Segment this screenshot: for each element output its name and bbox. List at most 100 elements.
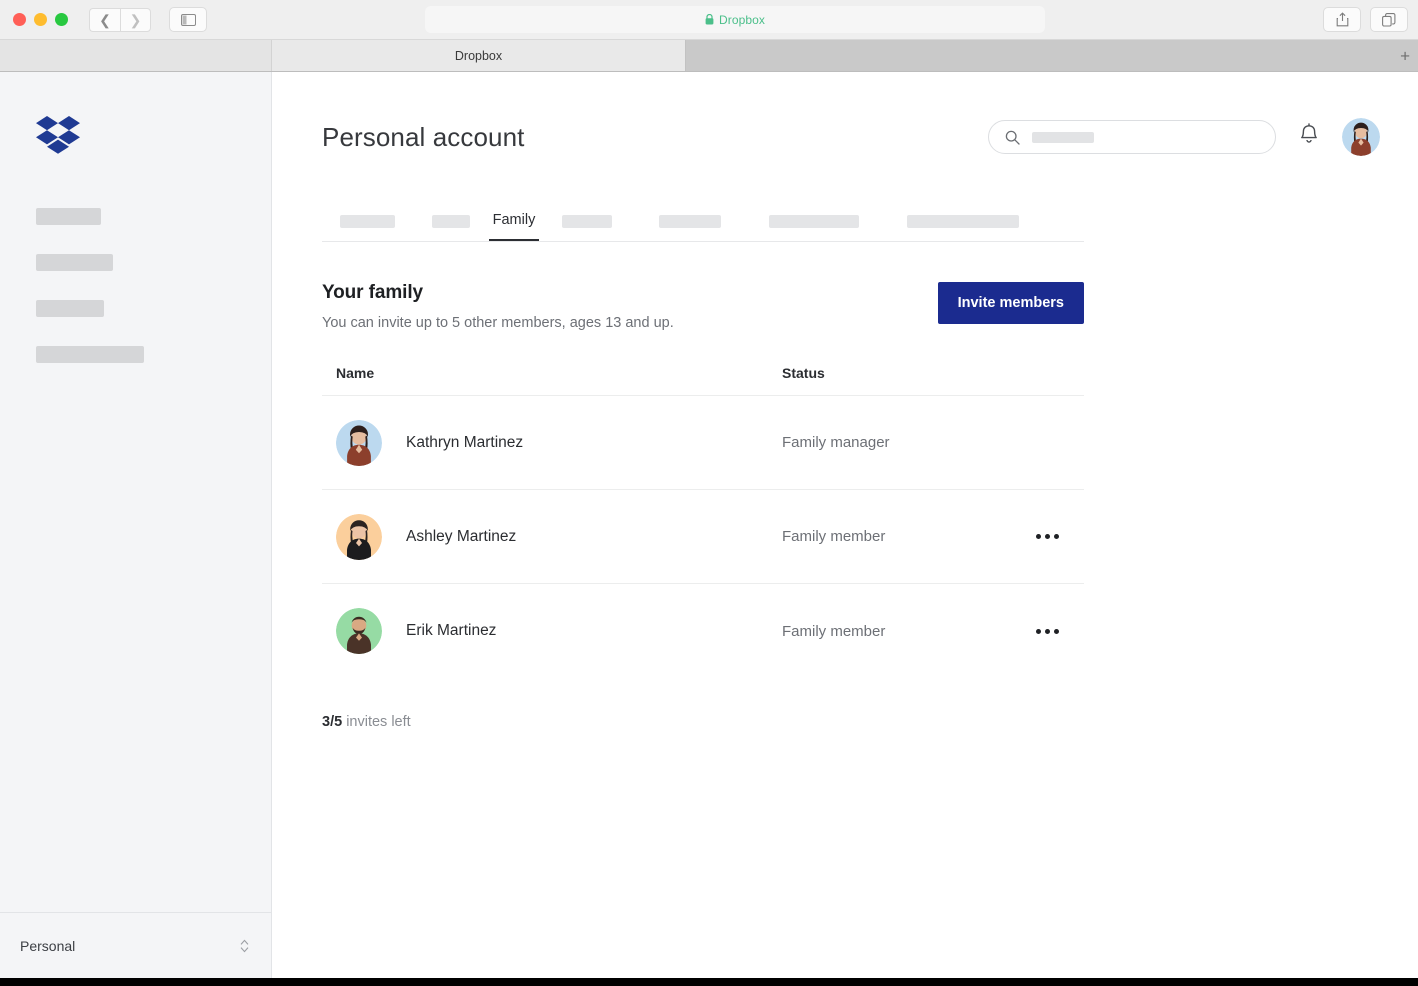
account-switcher-label: Personal [20,937,76,954]
member-name: Ashley Martinez [406,527,517,545]
tab-strip-empty-area: + [686,40,1418,71]
table-row[interactable]: Kathryn Martinez Family manager [322,396,1084,490]
browser-chrome: ❮ ❯ Dropbox [0,0,1418,40]
kebab-dot [1045,628,1050,634]
column-header-status: Status [782,365,825,381]
member-status: Family member [782,622,886,640]
invites-left-count: 3/5 [322,714,343,730]
family-members-table: Name Status Kathryn Martinez Family mana… [322,365,1084,678]
member-status: Family manager [782,434,890,451]
app-shell: Personal Personal account Family Your fa… [0,72,1418,978]
table-header-row: Name Status [322,365,1084,396]
tab-strip: Dropbox + [0,40,1418,72]
browser-tab-dropbox[interactable]: Dropbox [272,40,686,71]
user-avatar-icon [336,419,382,466]
bottom-strip [0,978,1418,986]
member-status: Family member [782,528,886,545]
tab-placeholder-4[interactable] [539,198,635,241]
member-name: Erik Martinez [406,622,497,639]
page-title: Personal account [322,121,525,152]
table-row[interactable]: Erik Martinez Family member [322,584,1084,678]
account-tabs: Family [322,198,1084,242]
notifications-button[interactable] [1298,122,1320,152]
main-content: Personal account Family Your family You … [272,72,1418,978]
user-avatar-icon [336,513,382,560]
member-name-cell: Ashley Martinez [322,513,782,560]
address-bar[interactable]: Dropbox [425,6,1045,33]
user-avatar-icon [1342,118,1380,156]
tab-overview-icon [1382,12,1396,27]
kebab-dot [1054,534,1059,539]
forward-button[interactable]: ❯ [120,7,151,32]
tab-placeholder-1[interactable] [322,198,413,241]
kebab-dot [1054,628,1059,634]
sidebar: Personal [0,72,272,978]
dropbox-logo-icon [36,116,80,154]
dropbox-logo[interactable] [36,115,271,160]
avatar [336,513,382,560]
section-subtitle: You can invite up to 5 other members, ag… [322,315,674,331]
tabs-overview-button[interactable] [1370,7,1408,32]
sidebar-item-placeholder-3[interactable] [36,300,104,317]
minimize-window-button[interactable] [34,13,47,26]
invites-left-status: 3/5 invites left [322,714,1084,730]
tab-placeholder-5[interactable] [635,198,745,241]
kebab-dot [1045,534,1050,539]
header-actions [988,118,1380,156]
more-horizontal-icon[interactable] [1036,628,1059,634]
family-section-header: Your family You can invite up to 5 other… [322,282,1084,331]
tab-placeholder-bar-4 [562,215,612,228]
avatar [336,419,382,466]
sidebar-item-placeholder-1[interactable] [36,208,101,225]
page-header: Personal account [322,118,1418,156]
browser-tab-title: Dropbox [454,48,503,63]
account-switcher[interactable]: Personal [0,912,271,978]
sidebar-item-placeholder-4[interactable] [36,346,144,363]
new-tab-button[interactable]: + [1400,47,1410,64]
member-actions [1012,534,1084,539]
kebab-dot [1036,628,1041,634]
sidebar-item-placeholder-2[interactable] [36,254,113,271]
tab-placeholder-bar-5 [659,215,721,228]
kebab-dot [1036,534,1041,539]
back-button[interactable]: ❮ [89,7,120,32]
tab-placeholder-6[interactable] [745,198,883,241]
share-button[interactable] [1323,7,1361,32]
tab-family[interactable]: Family [489,198,539,241]
chevron-left-icon: ❮ [99,11,111,28]
share-icon [1336,12,1348,27]
search-placeholder [1032,131,1094,143]
more-horizontal-icon[interactable] [1036,534,1059,539]
chevron-up-down-icon[interactable] [240,939,249,953]
stepper-arrows-icon [240,939,249,952]
tab-strip-spacer [0,40,272,71]
invites-left-label: invites left [346,714,411,730]
member-actions [1012,628,1084,634]
avatar[interactable] [1342,118,1380,156]
tab-placeholder-7[interactable] [883,198,1043,241]
maximize-window-button[interactable] [55,13,68,26]
bell-icon [1301,122,1317,143]
chrome-right-buttons [1323,7,1408,32]
address-text: Dropbox [718,12,766,27]
family-section: Your family You can invite up to 5 other… [322,282,1084,730]
sidebar-toggle-button[interactable] [169,7,207,32]
tab-placeholder-bar-7 [907,215,1019,228]
tab-placeholder-bar-1 [340,215,395,228]
sidebar-nav-placeholders [36,208,271,363]
column-header-name: Name [336,365,375,381]
avatar [336,608,382,654]
member-name: Kathryn Martinez [406,433,524,451]
search-input[interactable] [988,120,1276,154]
table-row[interactable]: Ashley Martinez Family member [322,490,1084,584]
chevron-right-icon: ❯ [129,11,142,28]
close-window-button[interactable] [13,13,26,26]
invite-members-button[interactable]: Invite members [937,282,1084,324]
tab-placeholder-bar-2 [432,215,470,228]
section-title: Your family [322,282,423,303]
navigation-buttons: ❮ ❯ [89,7,151,32]
tab-placeholder-2[interactable] [413,198,489,241]
window-controls [0,13,68,26]
search-icon [1005,130,1020,145]
member-name-cell: Erik Martinez [322,608,782,654]
